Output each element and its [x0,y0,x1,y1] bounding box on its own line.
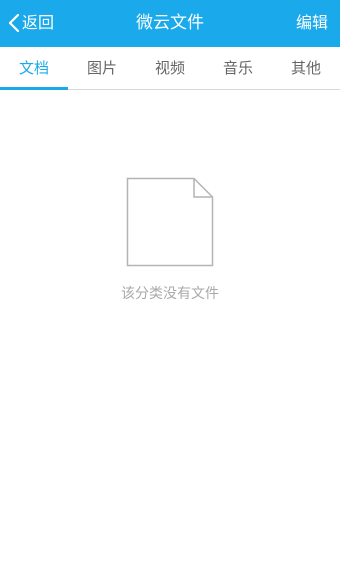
empty-message: 该分类没有文件 [121,286,219,302]
blank-document-icon [126,177,214,267]
tab-videos[interactable]: 视频 [136,47,204,89]
title-bar: 返回 微云文件 编辑 [0,0,340,47]
empty-state: 该分类没有文件 [0,90,340,587]
back-label: 返回 [22,13,55,32]
tab-other[interactable]: 其他 [272,47,340,89]
chevron-left-icon [8,13,20,33]
tab-documents[interactable]: 文档 [0,47,68,90]
tab-music[interactable]: 音乐 [204,47,272,89]
screen: 返回 微云文件 编辑 文档 图片 视频 音乐 其他 该分类没有文件 [0,0,340,587]
back-button[interactable]: 返回 [0,0,64,47]
tab-images[interactable]: 图片 [68,47,136,89]
edit-button[interactable]: 编辑 [296,12,328,34]
tab-bar: 文档 图片 视频 音乐 其他 [0,47,340,90]
